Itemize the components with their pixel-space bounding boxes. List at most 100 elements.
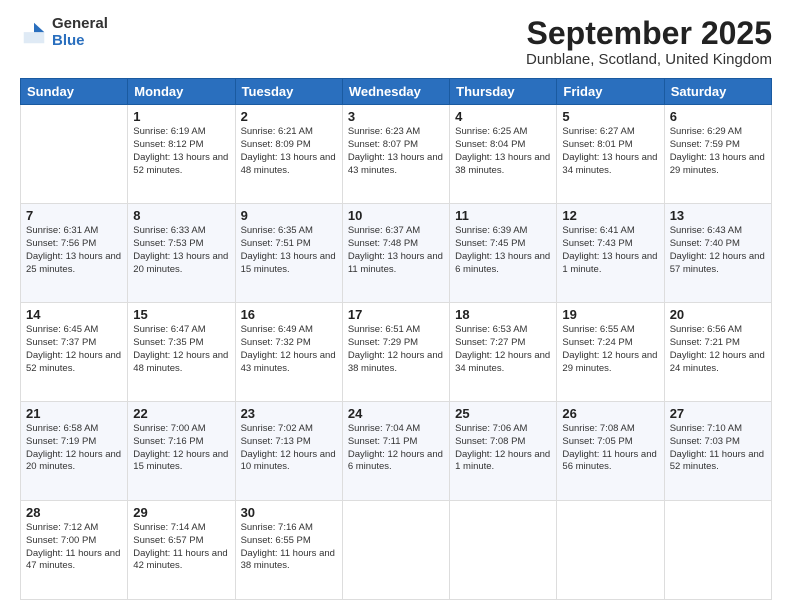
day-info: Sunrise: 6:27 AM Sunset: 8:01 PM Dayligh… <box>562 126 658 177</box>
table-cell <box>342 501 449 600</box>
day-number: 25 <box>455 406 551 421</box>
calendar: Sunday Monday Tuesday Wednesday Thursday… <box>20 78 772 600</box>
table-cell <box>450 501 557 600</box>
day-info: Sunrise: 6:45 AM Sunset: 7:37 PM Dayligh… <box>26 324 122 375</box>
table-cell: 10 Sunrise: 6:37 AM Sunset: 7:48 PM Dayli… <box>342 204 449 303</box>
table-cell: 8 Sunrise: 6:33 AM Sunset: 7:53 PM Daylig… <box>128 204 235 303</box>
table-cell: 20Sunrise: 6:56 AM Sunset: 7:21 PM Dayli… <box>664 303 771 402</box>
table-cell: 9 Sunrise: 6:35 AM Sunset: 7:51 PM Daylig… <box>235 204 342 303</box>
calendar-week-5: 28 Sunrise: 7:12 AM Sunset: 7:00 PM Dayli… <box>21 501 772 600</box>
day-number: 5 <box>562 109 658 124</box>
table-cell: 29Sunrise: 7:14 AM Sunset: 6:57 PM Dayli… <box>128 501 235 600</box>
table-cell: 5 Sunrise: 6:27 AM Sunset: 8:01 PM Daylig… <box>557 105 664 204</box>
table-cell <box>557 501 664 600</box>
table-cell: 1Sunrise: 6:19 AM Sunset: 8:12 PM Daylig… <box>128 105 235 204</box>
table-cell: 15 Sunrise: 6:47 AM Sunset: 7:35 PM Dayli… <box>128 303 235 402</box>
table-cell: 24Sunrise: 7:04 AM Sunset: 7:11 PM Dayli… <box>342 402 449 501</box>
table-cell: 13 Sunrise: 6:43 AM Sunset: 7:40 PM Dayli… <box>664 204 771 303</box>
day-info: Sunrise: 6:51 AM Sunset: 7:29 PM Dayligh… <box>348 324 444 375</box>
day-number: 11 <box>455 208 551 223</box>
day-info: Sunrise: 6:49 AM Sunset: 7:32 PM Dayligh… <box>241 324 337 375</box>
day-info: Sunrise: 6:55 AM Sunset: 7:24 PM Dayligh… <box>562 324 658 375</box>
day-number: 21 <box>26 406 122 421</box>
table-cell: 30 Sunrise: 7:16 AM Sunset: 6:55 PM Dayli… <box>235 501 342 600</box>
table-cell: 18Sunrise: 6:53 AM Sunset: 7:27 PM Dayli… <box>450 303 557 402</box>
day-number: 16 <box>241 307 337 322</box>
day-number: 27 <box>670 406 766 421</box>
day-number: 14 <box>26 307 122 322</box>
day-info: Sunrise: 7:08 AM Sunset: 7:05 PM Dayligh… <box>562 423 658 474</box>
day-number: 15 <box>133 307 229 322</box>
day-info: Sunrise: 6:41 AM Sunset: 7:43 PM Dayligh… <box>562 225 658 276</box>
table-cell: 4Sunrise: 6:25 AM Sunset: 8:04 PM Daylig… <box>450 105 557 204</box>
table-cell: 21 Sunrise: 6:58 AM Sunset: 7:19 PM Dayli… <box>21 402 128 501</box>
logo-general-text: General <box>52 16 108 33</box>
logo: General Blue <box>20 16 108 49</box>
header-saturday: Saturday <box>664 79 771 105</box>
day-info: Sunrise: 7:06 AM Sunset: 7:08 PM Dayligh… <box>455 423 551 474</box>
day-info: Sunrise: 7:12 AM Sunset: 7:00 PM Dayligh… <box>26 522 122 573</box>
day-number: 13 <box>670 208 766 223</box>
table-cell: 28 Sunrise: 7:12 AM Sunset: 7:00 PM Dayli… <box>21 501 128 600</box>
table-cell: 3Sunrise: 6:23 AM Sunset: 8:07 PM Daylig… <box>342 105 449 204</box>
day-number: 10 <box>348 208 444 223</box>
table-cell: 25 Sunrise: 7:06 AM Sunset: 7:08 PM Dayli… <box>450 402 557 501</box>
table-cell: 12 Sunrise: 6:41 AM Sunset: 7:43 PM Dayli… <box>557 204 664 303</box>
day-info: Sunrise: 6:53 AM Sunset: 7:27 PM Dayligh… <box>455 324 551 375</box>
table-cell: 23 Sunrise: 7:02 AM Sunset: 7:13 PM Dayli… <box>235 402 342 501</box>
logo-icon <box>20 19 48 47</box>
day-number: 2 <box>241 109 337 124</box>
day-info: Sunrise: 6:29 AM Sunset: 7:59 PM Dayligh… <box>670 126 766 177</box>
table-cell: 22 Sunrise: 7:00 AM Sunset: 7:16 PM Dayli… <box>128 402 235 501</box>
day-info: Sunrise: 6:33 AM Sunset: 7:53 PM Dayligh… <box>133 225 229 276</box>
table-cell: 17 Sunrise: 6:51 AM Sunset: 7:29 PM Dayli… <box>342 303 449 402</box>
day-info: Sunrise: 7:02 AM Sunset: 7:13 PM Dayligh… <box>241 423 337 474</box>
calendar-week-4: 21 Sunrise: 6:58 AM Sunset: 7:19 PM Dayli… <box>21 402 772 501</box>
table-cell <box>21 105 128 204</box>
day-number: 28 <box>26 505 122 520</box>
day-info: Sunrise: 6:35 AM Sunset: 7:51 PM Dayligh… <box>241 225 337 276</box>
header-wednesday: Wednesday <box>342 79 449 105</box>
day-number: 9 <box>241 208 337 223</box>
day-number: 23 <box>241 406 337 421</box>
day-info: Sunrise: 6:39 AM Sunset: 7:45 PM Dayligh… <box>455 225 551 276</box>
table-cell: 16 Sunrise: 6:49 AM Sunset: 7:32 PM Dayli… <box>235 303 342 402</box>
location-subtitle: Dunblane, Scotland, United Kingdom <box>526 51 772 68</box>
day-info: Sunrise: 6:56 AM Sunset: 7:21 PM Dayligh… <box>670 324 766 375</box>
day-info: Sunrise: 7:00 AM Sunset: 7:16 PM Dayligh… <box>133 423 229 474</box>
header-monday: Monday <box>128 79 235 105</box>
day-info: Sunrise: 7:04 AM Sunset: 7:11 PM Dayligh… <box>348 423 444 474</box>
table-cell: 14 Sunrise: 6:45 AM Sunset: 7:37 PM Dayli… <box>21 303 128 402</box>
header-friday: Friday <box>557 79 664 105</box>
day-number: 22 <box>133 406 229 421</box>
calendar-week-3: 14 Sunrise: 6:45 AM Sunset: 7:37 PM Dayli… <box>21 303 772 402</box>
table-cell: 26 Sunrise: 7:08 AM Sunset: 7:05 PM Dayli… <box>557 402 664 501</box>
day-info: Sunrise: 6:31 AM Sunset: 7:56 PM Dayligh… <box>26 225 122 276</box>
table-cell <box>664 501 771 600</box>
day-number: 6 <box>670 109 766 124</box>
day-number: 1 <box>133 109 229 124</box>
day-info: Sunrise: 6:21 AM Sunset: 8:09 PM Dayligh… <box>241 126 337 177</box>
table-cell: 27Sunrise: 7:10 AM Sunset: 7:03 PM Dayli… <box>664 402 771 501</box>
day-number: 12 <box>562 208 658 223</box>
day-info: Sunrise: 7:16 AM Sunset: 6:55 PM Dayligh… <box>241 522 337 573</box>
day-info: Sunrise: 6:58 AM Sunset: 7:19 PM Dayligh… <box>26 423 122 474</box>
calendar-header-row: Sunday Monday Tuesday Wednesday Thursday… <box>21 79 772 105</box>
table-cell: 7Sunrise: 6:31 AM Sunset: 7:56 PM Daylig… <box>21 204 128 303</box>
day-info: Sunrise: 6:37 AM Sunset: 7:48 PM Dayligh… <box>348 225 444 276</box>
header-tuesday: Tuesday <box>235 79 342 105</box>
day-number: 19 <box>562 307 658 322</box>
day-number: 3 <box>348 109 444 124</box>
month-title: September 2025 <box>526 16 772 51</box>
day-number: 30 <box>241 505 337 520</box>
day-number: 29 <box>133 505 229 520</box>
logo-blue-text: Blue <box>52 33 108 50</box>
day-info: Sunrise: 6:43 AM Sunset: 7:40 PM Dayligh… <box>670 225 766 276</box>
calendar-week-2: 7Sunrise: 6:31 AM Sunset: 7:56 PM Daylig… <box>21 204 772 303</box>
day-number: 8 <box>133 208 229 223</box>
day-number: 26 <box>562 406 658 421</box>
day-number: 17 <box>348 307 444 322</box>
day-info: Sunrise: 6:47 AM Sunset: 7:35 PM Dayligh… <box>133 324 229 375</box>
table-cell: 6 Sunrise: 6:29 AM Sunset: 7:59 PM Daylig… <box>664 105 771 204</box>
calendar-week-1: 1Sunrise: 6:19 AM Sunset: 8:12 PM Daylig… <box>21 105 772 204</box>
